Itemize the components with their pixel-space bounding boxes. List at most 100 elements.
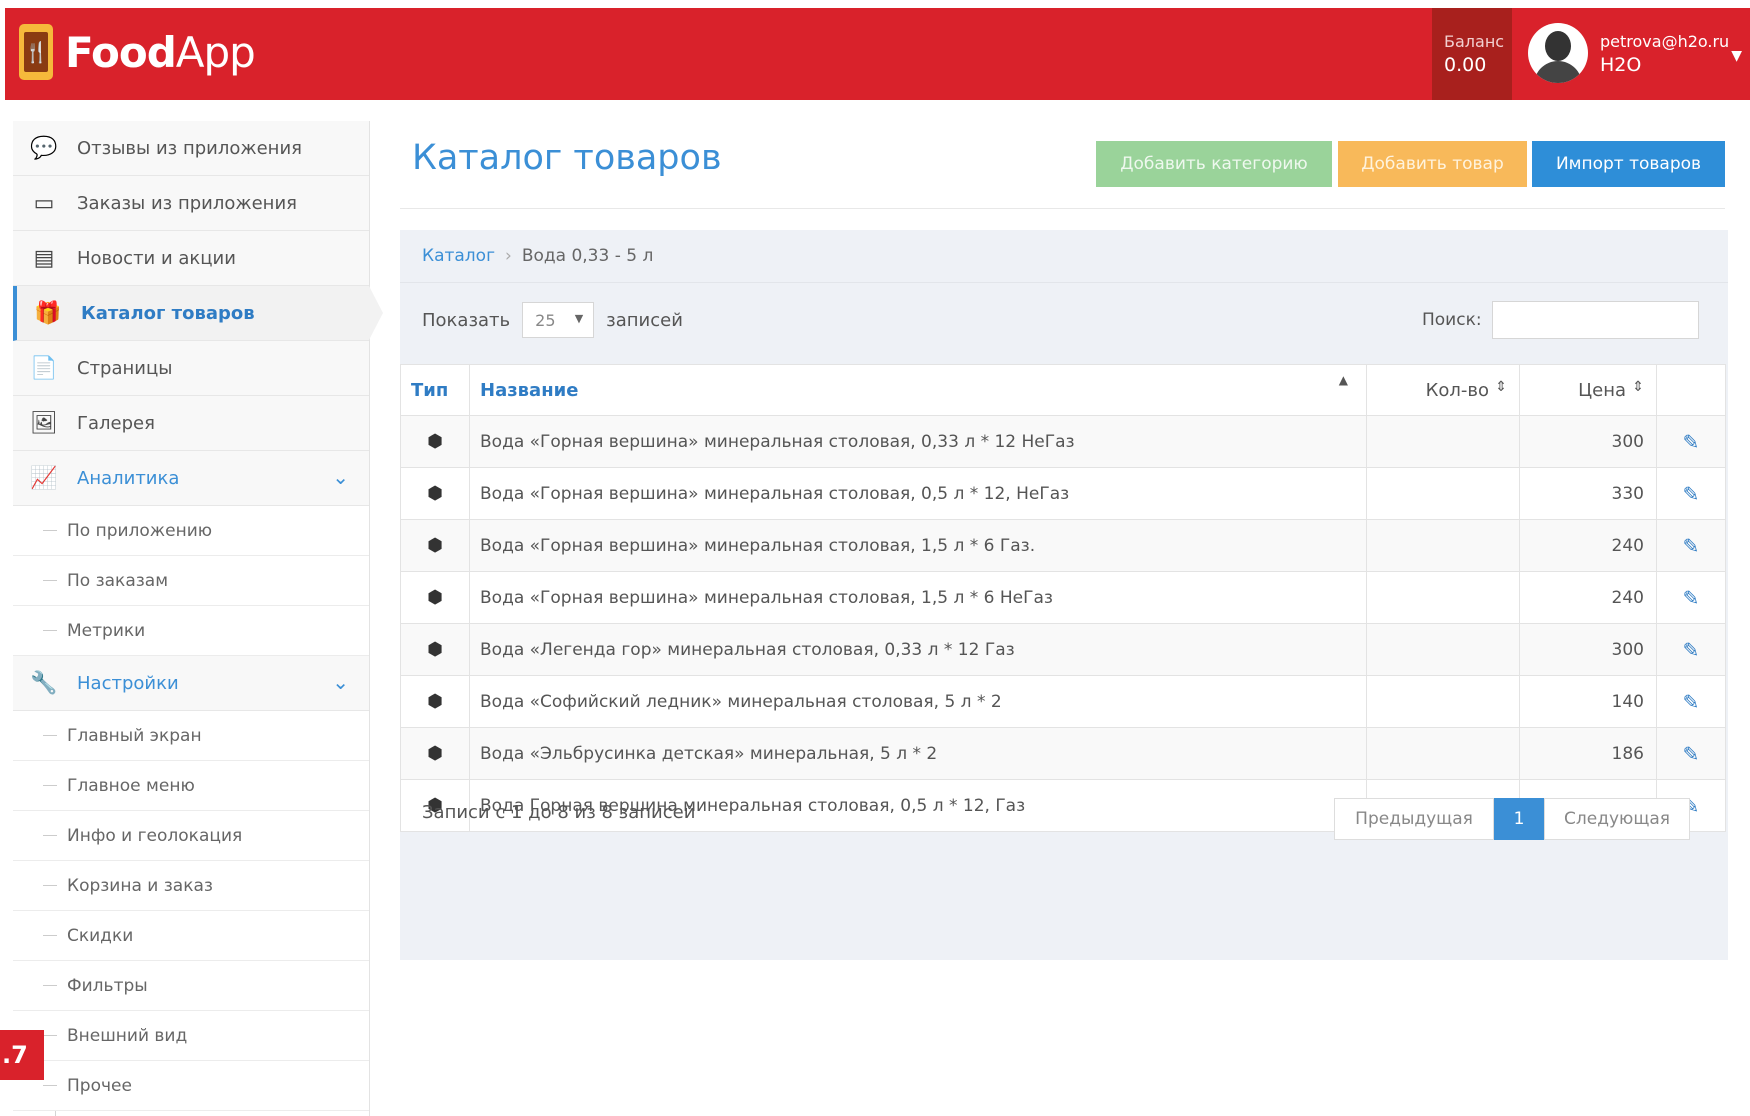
sidebar-subitem-label: Фильтры bbox=[67, 975, 148, 996]
pencil-icon[interactable]: ✎ bbox=[1656, 467, 1726, 520]
table-row[interactable]: ⬢ Вода «Легенда гор» минеральная столова… bbox=[400, 623, 1726, 676]
pagination-page-button[interactable]: 1 bbox=[1494, 798, 1544, 840]
sidebar-subitem-main-menu[interactable]: Главное меню bbox=[13, 761, 369, 811]
tree-dash bbox=[43, 530, 57, 531]
sidebar-subitem-discounts[interactable]: Скидки bbox=[13, 911, 369, 961]
column-header-name[interactable]: Название ▲ bbox=[469, 364, 1367, 416]
chevron-down-icon[interactable]: ⌄ bbox=[332, 465, 349, 489]
product-name: Вода «Горная вершина» минеральная столов… bbox=[469, 467, 1367, 520]
sidebar-subitem-by-app[interactable]: По приложению bbox=[13, 506, 369, 556]
table-row[interactable]: ⬢ Вода «Эльбрусинка детская» минеральная… bbox=[400, 727, 1726, 780]
pagination-previous-button[interactable]: Предыдущая bbox=[1334, 798, 1494, 840]
user-menu[interactable]: petrova@h2o.ru H2O ▼ bbox=[1514, 8, 1750, 100]
pagination-next-button[interactable]: Следующая bbox=[1544, 798, 1690, 840]
avatar bbox=[1528, 23, 1588, 83]
product-name: Вода «Горная вершина» минеральная столов… bbox=[469, 415, 1367, 468]
product-price: 240 bbox=[1519, 519, 1657, 572]
box-icon: ⬢ bbox=[400, 467, 470, 520]
breadcrumb-current: Вода 0,33 - 5 л bbox=[521, 246, 654, 266]
app-logo[interactable]: 🍴 FoodApp bbox=[19, 24, 256, 80]
image-icon: 🖼 bbox=[30, 410, 58, 436]
table-row[interactable]: ⬢ Вода «Горная вершина» минеральная стол… bbox=[400, 571, 1726, 624]
sidebar-item-news[interactable]: ▤ Новости и акции bbox=[13, 231, 369, 286]
column-header-price-label: Цена bbox=[1578, 379, 1626, 401]
sidebar-item-gallery[interactable]: 🖼 Галерея bbox=[13, 396, 369, 451]
sidebar-subitem-cart-order[interactable]: Корзина и заказ bbox=[13, 861, 369, 911]
page-length-value: 25 bbox=[535, 311, 556, 330]
page-length-select[interactable]: 25 ▼ bbox=[522, 302, 595, 338]
product-price: 186 bbox=[1519, 727, 1657, 780]
box-icon: ⬢ bbox=[400, 415, 470, 468]
corner-badge: .7 bbox=[0, 1030, 44, 1080]
newspaper-icon: ▤ bbox=[33, 245, 55, 271]
catalog-panel: Каталог › Вода 0,33 - 5 л Показать 25 ▼ за… bbox=[400, 230, 1728, 960]
pencil-icon[interactable]: ✎ bbox=[1656, 727, 1726, 780]
table-row[interactable]: ⬢ Вода «Горная вершина» минеральная стол… bbox=[400, 519, 1726, 572]
column-header-qty[interactable]: Кол-во ⇕ bbox=[1366, 364, 1520, 416]
caret-down-icon[interactable]: ▼ bbox=[1731, 48, 1742, 64]
sidebar-item-reviews[interactable]: 💬 Отзывы из приложения bbox=[13, 121, 369, 176]
sort-icon: ⇕ bbox=[1632, 379, 1644, 395]
column-header-type[interactable]: Тип bbox=[400, 364, 470, 416]
wrench-icon: 🔧 bbox=[30, 670, 58, 696]
sidebar-subitem-label: Главное меню bbox=[67, 775, 195, 796]
chevron-down-icon[interactable]: ⌄ bbox=[332, 670, 349, 694]
sidebar-item-analytics[interactable]: 📈 Аналитика ⌄ bbox=[13, 451, 369, 506]
sidebar-item-label: Галерея bbox=[77, 412, 155, 434]
pagination: Предыдущая 1 Следующая bbox=[1334, 798, 1690, 840]
sidebar-subitem-info-geo[interactable]: Инфо и геолокация bbox=[13, 811, 369, 861]
table-row[interactable]: ⬢ Вода «Горная вершина» минеральная стол… bbox=[400, 467, 1726, 520]
sidebar-subitem-label: Корзина и заказ bbox=[67, 875, 213, 896]
product-qty bbox=[1366, 727, 1520, 780]
product-qty bbox=[1366, 571, 1520, 624]
add-category-button[interactable]: Добавить категорию bbox=[1096, 141, 1332, 187]
tree-dash bbox=[43, 785, 57, 786]
chat-bubble-icon: 💬 bbox=[30, 135, 58, 161]
pencil-icon[interactable]: ✎ bbox=[1656, 623, 1726, 676]
sidebar-subitem-label: Скидки bbox=[67, 925, 134, 946]
table-row[interactable]: ⬢ Вода «Софийский ледник» минеральная ст… bbox=[400, 675, 1726, 728]
sidebar-subitem-label: Метрики bbox=[67, 620, 146, 641]
tree-dash bbox=[43, 580, 57, 581]
pencil-icon[interactable]: ✎ bbox=[1656, 519, 1726, 572]
active-indicator bbox=[369, 286, 383, 340]
sort-asc-icon: ▲ bbox=[1338, 373, 1348, 387]
sidebar-subitem-appearance[interactable]: Внешний вид bbox=[13, 1011, 369, 1061]
sidebar-item-catalog[interactable]: 🎁 Каталог товаров bbox=[13, 286, 383, 341]
sidebar-item-label: Страницы bbox=[77, 357, 173, 379]
sidebar-item-orders[interactable]: ▭ Заказы из приложения bbox=[13, 176, 369, 231]
sidebar-subitem-by-orders[interactable]: По заказам bbox=[13, 556, 369, 606]
sidebar-subitem-other[interactable]: Прочее bbox=[13, 1061, 369, 1111]
sidebar-subitem-filters[interactable]: Фильтры bbox=[13, 961, 369, 1011]
sidebar-item-label: Заказы из приложения bbox=[77, 192, 297, 214]
product-price: 140 bbox=[1519, 675, 1657, 728]
column-header-price[interactable]: Цена ⇕ bbox=[1519, 364, 1657, 416]
sidebar-subitem-label: По приложению bbox=[67, 520, 213, 541]
table-info: Записи с 1 до 8 из 8 записей bbox=[422, 802, 696, 823]
sidebar-item-label: Отзывы из приложения bbox=[77, 137, 302, 159]
import-products-button[interactable]: Импорт товаров bbox=[1532, 141, 1725, 187]
sidebar-item-pages[interactable]: 📄 Страницы bbox=[13, 341, 369, 396]
tree-dash bbox=[43, 1035, 57, 1036]
product-price: 240 bbox=[1519, 571, 1657, 624]
pencil-icon[interactable]: ✎ bbox=[1656, 675, 1726, 728]
balance-label: Баланс bbox=[1444, 32, 1505, 51]
breadcrumb-link-catalog[interactable]: Каталог bbox=[422, 246, 495, 266]
products-table: Тип Название ▲ Кол-во ⇕ Цена ⇕ ⬢ Вода «Горн… bbox=[400, 364, 1726, 832]
sort-icon: ⇕ bbox=[1495, 379, 1507, 395]
pencil-icon[interactable]: ✎ bbox=[1656, 571, 1726, 624]
product-name: Вода «Софийский ледник» минеральная стол… bbox=[469, 675, 1367, 728]
sidebar-subitem-metrics[interactable]: Метрики bbox=[13, 606, 369, 656]
pencil-icon[interactable]: ✎ bbox=[1656, 415, 1726, 468]
search-input[interactable] bbox=[1492, 301, 1699, 339]
sidebar-item-label: Аналитика bbox=[77, 467, 180, 489]
search-label: Поиск: bbox=[1422, 310, 1482, 330]
user-company: H2O bbox=[1600, 54, 1642, 76]
sidebar-item-settings[interactable]: 🔧 Настройки ⌄ bbox=[13, 656, 369, 711]
sidebar-subitem-home-screen[interactable]: Главный экран bbox=[13, 711, 369, 761]
user-email: petrova@h2o.ru bbox=[1600, 32, 1730, 51]
table-row[interactable]: ⬢ Вода «Горная вершина» минеральная стол… bbox=[400, 415, 1726, 468]
add-product-button[interactable]: Добавить товар bbox=[1338, 141, 1527, 187]
credit-card-icon: ▭ bbox=[33, 190, 55, 216]
box-icon: ⬢ bbox=[400, 623, 470, 676]
